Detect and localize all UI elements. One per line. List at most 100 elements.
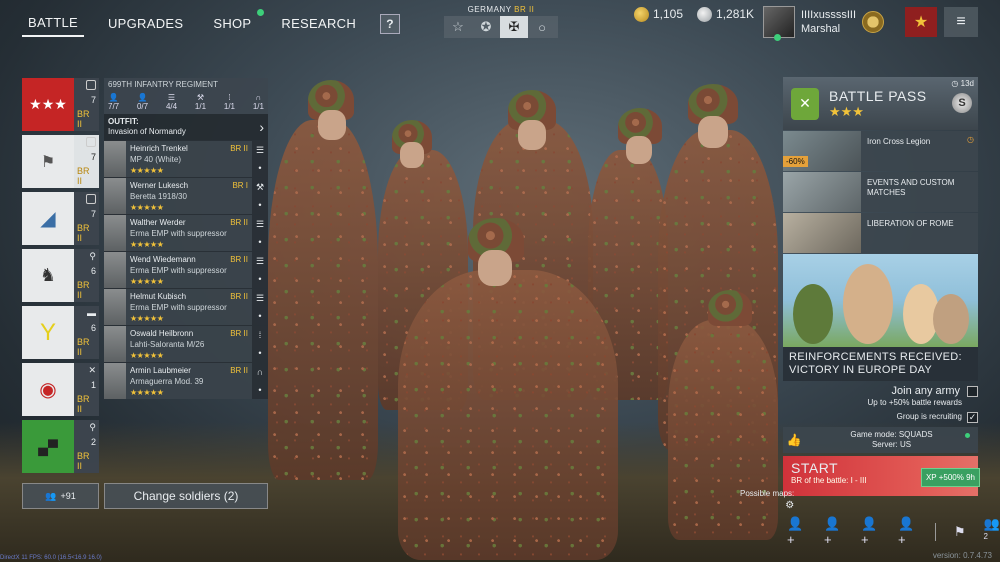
game-mode-panel[interactable]: 👍 Game mode: SQUADS Server: US [783, 427, 978, 453]
squad-count: 6 [90, 266, 96, 276]
discount-badge: -60% [783, 156, 808, 167]
rank-star-button[interactable]: ★ [905, 7, 937, 37]
soldier-br: BR II [230, 144, 248, 153]
soldier-name: Armin Laubmeier [130, 366, 191, 375]
add-player-icon[interactable]: 👤+ [824, 516, 843, 547]
squad-card[interactable]: ▄▀ ⚲ 2 BR II [22, 420, 99, 473]
list-icon [86, 194, 96, 204]
soldier-name: Werner Lukesch [130, 181, 189, 190]
soldier-row[interactable]: Oswald Heilbronn BR II Lahti-Saloranta M/2… [104, 325, 268, 362]
event-card-liberation-rome[interactable]: LIBERATION OF ROME [783, 213, 978, 253]
squad-list: ★★★ 7 BR II ⚑ 7 BR II ◢ 7 BR II ♞ ⚲ 6 BR II Y… [22, 78, 99, 477]
squad-card[interactable]: Y ▬ 6 BR II [22, 306, 99, 359]
squad-card-selected[interactable]: ⚑ 7 BR II [22, 135, 99, 188]
notification-dot [257, 9, 265, 16]
soldier-row[interactable]: Werner Lukesch BR I Beretta 1918/30 ★★★★★ ⚒… [104, 177, 268, 214]
start-button[interactable]: START BR of the battle: I - III XP +500%… [783, 456, 980, 496]
wrench-icon: ⚒ [255, 181, 265, 192]
soldier-row[interactable]: Armin Laubmeier BR II Armaguerra Mod. 39 ★★… [104, 362, 268, 399]
username: IIIIxussssIII [801, 9, 857, 21]
grenade-icon: • [258, 274, 262, 285]
join-any-army-option[interactable]: Join any army [783, 381, 978, 397]
circle-icon[interactable]: ○ [528, 16, 556, 38]
event-card-custom-matches[interactable]: EVENTS AND CUSTOM MATCHES [783, 172, 978, 212]
soldier-br: BR II [230, 292, 248, 301]
squad-detail-panel: 699TH INFANTRY REGIMENT 👤 7/7 👤 0/7 ☰ 4/4 ⚒… [104, 78, 268, 399]
regiment-title: 699TH INFANTRY REGIMENT [108, 80, 218, 89]
soldier-portrait [104, 252, 126, 288]
clock-icon: ◷ [967, 135, 974, 144]
add-player-icon[interactable]: 👤+ [898, 516, 917, 547]
gold-balance[interactable]: 1,105 [634, 7, 683, 23]
flag-icon[interactable]: ⚑ [954, 524, 966, 540]
online-status-dot [774, 34, 781, 41]
outfit-selector[interactable]: OUTFIT: Invasion of Normandy › [104, 114, 268, 140]
group-recruiting-option[interactable]: Group is recruiting ✓ [783, 412, 978, 423]
squad-card[interactable]: ◢ 7 BR II [22, 192, 99, 245]
soldier-row[interactable]: Wend Wiedemann BR II Erma EMP with suppres… [104, 251, 268, 288]
possible-maps[interactable]: Possible maps: ⚙ [740, 489, 794, 511]
possible-maps-label: Possible maps: [740, 489, 795, 498]
squad-count: 7 [90, 208, 96, 219]
recruiting-checkbox[interactable]: ✓ [967, 412, 978, 423]
tab-battle[interactable]: BATTLE [22, 10, 84, 37]
silver-balance[interactable]: 1,281K [697, 7, 755, 23]
event-thumbnail: -60% [783, 131, 861, 171]
stat-value: 1/1 [223, 102, 235, 111]
change-soldiers-button[interactable]: Change soldiers (2) [104, 483, 268, 509]
nation-selector: GERMANY BR II ☆ ✪ ✠ ○ [444, 5, 558, 38]
event-title: Iron Cross Legion [867, 137, 931, 146]
battle-pass-badge-icon: ✕ [791, 87, 819, 120]
slot-stat: 👤 0/7 [137, 93, 148, 111]
iron-cross-icon[interactable]: ✠ [500, 16, 528, 38]
squad-card[interactable]: ◉ ✕ 1 BR II [22, 363, 99, 416]
squad-br: BR II [77, 394, 90, 414]
star-icon[interactable]: ☆ [444, 16, 472, 38]
tab-upgrades[interactable]: UPGRADES [102, 11, 189, 36]
star-circle-icon[interactable]: ✪ [472, 16, 500, 38]
soldier-face [400, 142, 424, 168]
squad-count: 2 [90, 437, 96, 447]
squad-card[interactable]: ♞ ⚲ 6 BR II [22, 249, 99, 302]
days-left: 13d [960, 79, 974, 88]
soldier-face [698, 116, 728, 148]
battle-pass-card[interactable]: ✕ BATTLE PASS ★★★ ◷ 13d S [783, 77, 978, 130]
soldier-portrait [104, 178, 126, 214]
group-count: 2 [983, 532, 988, 541]
silver-amount: 1,281K [716, 7, 755, 21]
soldiers-stat: 👤 7/7 [108, 93, 119, 111]
list-icon: ☰ [255, 292, 265, 303]
list-icon: ☰ [167, 93, 176, 102]
soldier-row[interactable]: Heinrich Trenkel BR II MP 40 (White) ★★★★★ … [104, 140, 268, 177]
soldier-weapon: Erma EMP with suppressor [130, 303, 227, 312]
pistol-icon: ⚲ [89, 422, 96, 432]
soldier-group-render [268, 80, 788, 562]
squad-br: BR II [77, 166, 90, 186]
hamburger-menu-icon[interactable]: ≡ [944, 7, 978, 37]
reinforcements-banner-image[interactable] [783, 254, 978, 347]
list-icon [86, 80, 96, 90]
squad-br: BR II [77, 451, 90, 471]
add-player-icon[interactable]: 👤+ [787, 516, 806, 547]
currency-display: 1,105 1,281K [634, 7, 755, 23]
main-nav: BATTLE UPGRADES SHOP RESEARCH ? [22, 9, 401, 37]
user-profile[interactable]: IIIIxussssIII Marshal [763, 6, 885, 41]
event-card-iron-cross[interactable]: -60% Iron Cross Legion ◷ [783, 131, 978, 171]
squad-count: 1 [90, 380, 96, 390]
squad-card[interactable]: ★★★ 7 BR II [22, 78, 99, 131]
tab-research[interactable]: RESEARCH [275, 11, 362, 36]
soldier-row[interactable]: Walther Werder BR II Erma EMP with suppres… [104, 214, 268, 251]
help-button[interactable]: ? [380, 13, 401, 34]
soldier-face [626, 136, 652, 164]
soldier-row[interactable]: Helmut Kubisch BR II Erma EMP with suppres… [104, 288, 268, 325]
squad-br: BR II [77, 337, 90, 357]
recruits-button[interactable]: 👥 +91 [22, 483, 99, 509]
tab-shop[interactable]: SHOP [207, 9, 265, 36]
group-icon[interactable]: 👥2 [984, 516, 1000, 547]
illustration-figure [843, 264, 893, 344]
stat-value: 1/1 [252, 102, 264, 111]
xp-boost-badge: XP +500% 9h [920, 468, 980, 487]
tab-shop-label: SHOP [213, 16, 252, 31]
add-player-icon[interactable]: 👤+ [861, 516, 880, 547]
join-checkbox[interactable] [967, 386, 978, 397]
